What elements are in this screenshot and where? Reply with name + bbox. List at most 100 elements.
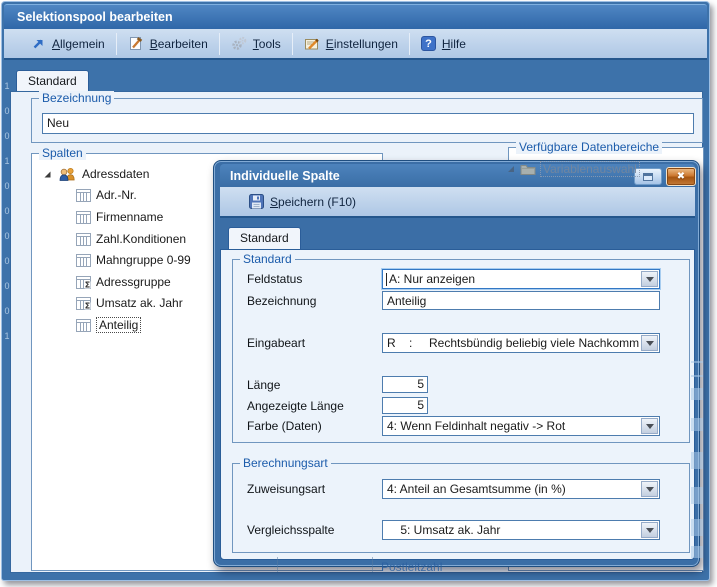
ghost-grid-line bbox=[277, 557, 278, 572]
settings-form-icon bbox=[304, 36, 320, 51]
feldstatus-label: Feldstatus bbox=[247, 269, 302, 289]
help-icon: ? bbox=[421, 36, 436, 51]
ghost-tree-item-label: Variablenauswahl bbox=[540, 161, 640, 177]
tree-item-mahngruppe[interactable]: Mahngruppe 0-99 bbox=[76, 250, 191, 270]
tree-item-zahl-konditionen[interactable]: Zahl.Konditionen bbox=[76, 229, 186, 249]
main-toolbar: Allgemein Bearbeiten Tools bbox=[4, 29, 707, 60]
close-button[interactable]: ✖ bbox=[666, 167, 696, 186]
people-icon bbox=[58, 167, 77, 182]
angezeigte-laenge-label: Angezeigte Länge bbox=[247, 396, 344, 416]
svg-text:Σ: Σ bbox=[85, 301, 90, 310]
tab-standard-main[interactable]: Standard bbox=[16, 70, 89, 92]
tree-item-label: Firmenname bbox=[96, 210, 163, 224]
vergleichsspalte-combobox[interactable]: 5: Umsatz ak. Jahr bbox=[382, 520, 660, 540]
toolbar-label: Bearbeiten bbox=[150, 37, 208, 51]
feldstatus-combobox[interactable]: A: Nur anzeigen bbox=[382, 269, 660, 289]
tree-root-adressdaten[interactable]: Adressdaten bbox=[42, 164, 149, 184]
bezeichnung-input[interactable]: Neu bbox=[42, 113, 694, 134]
laenge-input[interactable]: 5 bbox=[382, 376, 428, 393]
toolbar-button-allgemein[interactable]: Allgemein bbox=[20, 32, 116, 56]
chevron-down-icon bbox=[646, 277, 654, 282]
laenge-label: Länge bbox=[247, 375, 280, 395]
toolbar-label: Einstellungen bbox=[326, 37, 398, 51]
column-icon bbox=[76, 211, 91, 224]
ghost-right-edge-fragment bbox=[691, 418, 703, 431]
text-caret bbox=[386, 273, 387, 286]
tab-label: Standard bbox=[240, 231, 289, 245]
tree-item-adressgruppe[interactable]: Σ Adressgruppe bbox=[76, 272, 171, 292]
farbe-label: Farbe (Daten) bbox=[247, 416, 322, 436]
eingabeart-value: R : Rechtsbündig beliebig viele Nachkomm… bbox=[387, 334, 639, 352]
zuweisungsart-combobox[interactable]: 4: Anteil an Gesamtsumme (in %) bbox=[382, 479, 660, 499]
ghost-right-edge-fragment bbox=[691, 361, 703, 363]
tree-item-label: Adr.-Nr. bbox=[96, 188, 137, 202]
tree-root-label: Adressdaten bbox=[82, 167, 149, 181]
ghost-right-edge-fragment bbox=[691, 519, 703, 536]
dropdown-button[interactable] bbox=[641, 418, 658, 434]
eingabeart-combobox[interactable]: R : Rechtsbündig beliebig viele Nachkomm… bbox=[382, 333, 660, 353]
folder-icon bbox=[520, 163, 536, 175]
dropdown-button[interactable] bbox=[641, 335, 658, 351]
ghost-right-edge-fragment bbox=[691, 487, 703, 504]
ghost-right-edge-fragment bbox=[691, 452, 703, 469]
tree-item-label-selected: Anteilig bbox=[96, 317, 141, 333]
tree-item-firmenname[interactable]: Firmenname bbox=[76, 207, 163, 227]
tab-standard-dialog[interactable]: Standard bbox=[228, 227, 301, 249]
dialog-title: Individuelle Spalte bbox=[230, 169, 340, 183]
tree-item-anteilig[interactable]: Anteilig bbox=[76, 315, 141, 335]
ghost-right-edge-fragment bbox=[691, 388, 703, 400]
tree-item-adr-nr[interactable]: Adr.-Nr. bbox=[76, 185, 137, 205]
farbe-value: 4: Wenn Feldinhalt negativ -> Rot bbox=[387, 417, 639, 435]
tree-item-label: Mahngruppe 0-99 bbox=[96, 253, 191, 267]
group-standard-label: Standard bbox=[240, 252, 295, 266]
toolbar-button-hilfe[interactable]: ? Hilfe bbox=[410, 32, 477, 56]
expand-arrow-icon bbox=[506, 164, 516, 174]
main-titlebar[interactable]: Selektionspool bearbeiten bbox=[4, 4, 707, 29]
group-spalten-label: Spalten bbox=[39, 146, 86, 160]
dropdown-button[interactable] bbox=[641, 271, 658, 287]
zuweisungsart-value: 4: Anteil an Gesamtsumme (in %) bbox=[387, 480, 639, 498]
toolbar-button-tools[interactable]: Tools bbox=[220, 32, 292, 56]
chevron-down-icon bbox=[646, 487, 654, 492]
eingabeart-label: Eingabeart bbox=[247, 333, 305, 353]
glass-left-edge-digits: 1 0 0 1 0 0 0 0 0 0 1 bbox=[3, 74, 11, 349]
toolbar-button-einstellungen[interactable]: Einstellungen bbox=[293, 32, 409, 56]
vergleichsspalte-value: 5: Umsatz ak. Jahr bbox=[387, 521, 639, 539]
dropdown-button[interactable] bbox=[641, 522, 658, 538]
dialog-content-panel: Standard Feldstatus A: Nur anzeigen Beze… bbox=[220, 249, 695, 560]
chevron-down-icon bbox=[646, 424, 654, 429]
toolbar-button-bearbeiten[interactable]: Bearbeiten bbox=[117, 32, 219, 56]
toolbar-label: Hilfe bbox=[442, 37, 466, 51]
column-icon bbox=[76, 233, 91, 246]
farbe-combobox[interactable]: 4: Wenn Feldinhalt negativ -> Rot bbox=[382, 416, 660, 436]
tree-item-umsatz[interactable]: Σ Umsatz ak. Jahr bbox=[76, 293, 183, 313]
screenshot-root: 1 0 0 1 0 0 0 0 0 0 1 Selektionspool bea… bbox=[0, 0, 717, 587]
tab-label: Standard bbox=[28, 74, 77, 88]
svg-text:?: ? bbox=[425, 38, 432, 50]
feldstatus-value: A: Nur anzeigen bbox=[389, 270, 639, 288]
tree-item-label: Umsatz ak. Jahr bbox=[96, 296, 183, 310]
chevron-down-icon bbox=[646, 341, 654, 346]
dropdown-button[interactable] bbox=[641, 481, 658, 497]
ghost-right-edge-fragment bbox=[691, 375, 703, 377]
group-datenbereiche-label: Verfügbare Datenbereiche bbox=[516, 140, 662, 154]
expand-arrow-icon[interactable] bbox=[42, 169, 53, 180]
bezeichnung-label: Bezeichnung bbox=[247, 291, 316, 311]
edit-document-icon bbox=[128, 36, 144, 51]
svg-text:Σ: Σ bbox=[85, 280, 90, 289]
bezeichnung-dialog-input[interactable]: Anteilig bbox=[382, 291, 660, 310]
angezeigte-laenge-input[interactable]: 5 bbox=[382, 397, 428, 414]
group-bezeichnung: Bezeichnung Neu bbox=[31, 98, 703, 143]
ghost-grid-line bbox=[372, 557, 373, 572]
column-sum-icon: Σ bbox=[76, 297, 91, 310]
save-button[interactable]: Speichern (F10) bbox=[238, 190, 367, 214]
chevron-down-icon bbox=[646, 528, 654, 533]
dialog-individuelle-spalte: Individuelle Spalte ✖ Speichern (F10) St… bbox=[213, 160, 700, 567]
column-icon bbox=[76, 254, 91, 267]
ghost-tree-item-variablenauswahl[interactable]: Variablenauswahl bbox=[506, 161, 640, 177]
vergleichsspalte-label: Vergleichsspalte bbox=[247, 520, 334, 540]
zuweisungsart-label: Zuweisungsart bbox=[247, 479, 325, 499]
column-icon bbox=[76, 189, 91, 202]
arrow-ne-icon bbox=[31, 36, 46, 51]
group-berechnungsart-label: Berechnungsart bbox=[240, 456, 331, 470]
